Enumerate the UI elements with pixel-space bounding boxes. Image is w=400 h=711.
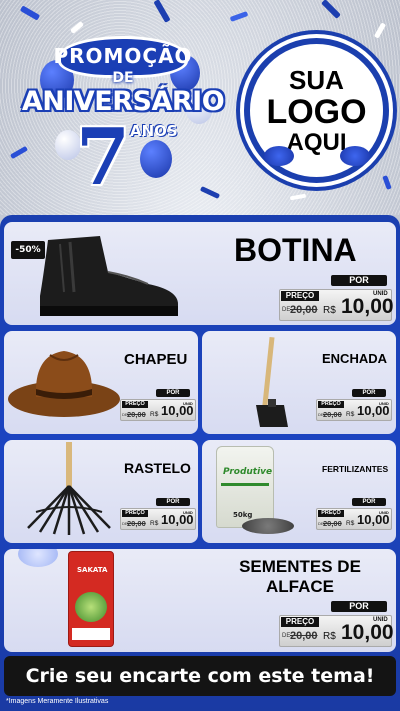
header: PROMOÇÃO DE ANIVERSÁRIO 7 ANOS SUA LOGO … (0, 0, 400, 215)
product-card-enchada[interactable]: ENCHADA POR PREÇO DE 20,00 R$ 10,00 UNID (202, 331, 396, 434)
pack-label (72, 628, 110, 640)
promo-word: PROMOÇÃO (53, 44, 193, 68)
por-label: POR (331, 275, 387, 286)
old-price: 20,00 (127, 519, 146, 528)
boot-image (40, 236, 178, 316)
rake-image (27, 442, 111, 535)
seed-pack-image: SAKATA (68, 551, 114, 647)
bag-stripe (221, 483, 269, 486)
logo-line-3: AQUI (286, 128, 347, 156)
balloon (18, 549, 58, 567)
unit-label: UNID (373, 291, 388, 297)
por-label: POR (352, 498, 386, 506)
preco-label: PREÇO (281, 291, 319, 301)
unit-label: UNID (379, 401, 389, 406)
price-tag: POR PREÇO DE 20,00 R$ 10,00 UNID (316, 389, 392, 421)
unit-label: UNID (379, 510, 389, 515)
old-price: 20,00 (290, 630, 318, 642)
old-price: 20,00 (127, 410, 146, 419)
preco-label: PREÇO (122, 510, 148, 517)
price-tag: POR PREÇO DE 20,00 R$ 10,00 UNID (120, 498, 196, 530)
product-title: ENCHADA (322, 351, 387, 366)
hat-image (8, 351, 120, 417)
logo-line-2: LOGO (266, 92, 367, 131)
product-card-botina[interactable]: -50% BOTINA POR PREÇO DE 20,00 R$ 10,00 … (4, 222, 396, 325)
old-price: 20,00 (290, 304, 318, 316)
product-card-rastelo[interactable]: RASTELO POR PREÇO DE 20,00 R$ 10,00 UNID (4, 440, 198, 543)
fertilizer-bag-image: Produtive 50kg (216, 446, 274, 528)
current-price: 10,00 (341, 295, 394, 318)
product-title: FERTILIZANTES (322, 464, 389, 474)
preco-label: PREÇO (318, 401, 344, 408)
product-title: BOTINA (234, 232, 357, 268)
flyer: PROMOÇÃO DE ANIVERSÁRIO 7 ANOS SUA LOGO … (0, 0, 400, 711)
price-tag: POR PREÇO DE 20,00 R$ 10,00 UNID (120, 389, 196, 421)
currency-label: R$ (150, 520, 159, 527)
product-title-line1: SEMENTES DE (239, 557, 361, 576)
price-tag: POR PREÇO DE 20,00 R$ 10,00 UNID (279, 601, 394, 647)
product-card-fertilizantes[interactable]: Produtive 50kg FERTILIZANTES POR PREÇO D… (202, 440, 396, 543)
unit-label: UNID (183, 510, 193, 515)
currency-label: R$ (323, 305, 336, 316)
bag-weight: 50kg (233, 511, 253, 519)
lettuce-image (75, 592, 107, 622)
disclaimer: *Imagens Meramente Ilustrativas (6, 698, 109, 705)
unit-label: UNID (373, 617, 388, 623)
price-tag: POR PREÇO DE 20,00 R$ 10,00 UNID (316, 498, 392, 530)
ribbon-flower-icon (264, 146, 294, 166)
currency-label: R$ (150, 411, 159, 418)
product-title: SEMENTES DE ALFACE (230, 557, 370, 597)
logo-line-1: SUA (289, 64, 344, 95)
unit-label: UNID (183, 401, 193, 406)
product-title-line2: ALFACE (266, 577, 334, 596)
current-price: 10,00 (341, 621, 394, 644)
anniversary-badge: PROMOÇÃO DE ANIVERSÁRIO 7 ANOS (8, 30, 238, 205)
fertilizer-granules (242, 518, 294, 534)
product-card-chapeu[interactable]: CHAPEU POR PREÇO DE 20,00 R$ 10,00 UNID (4, 331, 198, 434)
product-card-sementes[interactable]: SAKATA SEMENTES DE ALFACE POR PREÇO DE 2… (4, 549, 396, 652)
hoe-image (256, 336, 288, 427)
de-word: DE (112, 70, 134, 86)
product-title: CHAPEU (124, 351, 188, 368)
anniversary-number: 7 (75, 112, 131, 203)
preco-label: PREÇO (122, 401, 148, 408)
por-label: POR (331, 601, 387, 612)
por-label: POR (156, 389, 190, 397)
old-price: 20,00 (323, 410, 342, 419)
logo-placeholder: SUA LOGO AQUI (244, 38, 389, 183)
currency-label: R$ (323, 631, 336, 642)
currency-label: R$ (346, 411, 355, 418)
por-label: POR (156, 498, 190, 506)
preco-label: PREÇO (281, 617, 319, 627)
price-tag: POR PREÇO DE 20,00 R$ 10,00 UNID (279, 275, 394, 321)
bag-brand: Produtive (223, 467, 273, 477)
pack-brand: SAKATA (77, 566, 108, 574)
currency-label: R$ (346, 520, 355, 527)
old-price: 20,00 (323, 519, 342, 528)
por-label: POR (352, 389, 386, 397)
cta-banner[interactable]: Crie seu encarte com este tema! (4, 656, 396, 696)
preco-label: PREÇO (318, 510, 344, 517)
product-title: RASTELO (124, 460, 191, 476)
ribbon-flower-icon (340, 146, 370, 166)
anos-word: ANOS (130, 122, 178, 140)
